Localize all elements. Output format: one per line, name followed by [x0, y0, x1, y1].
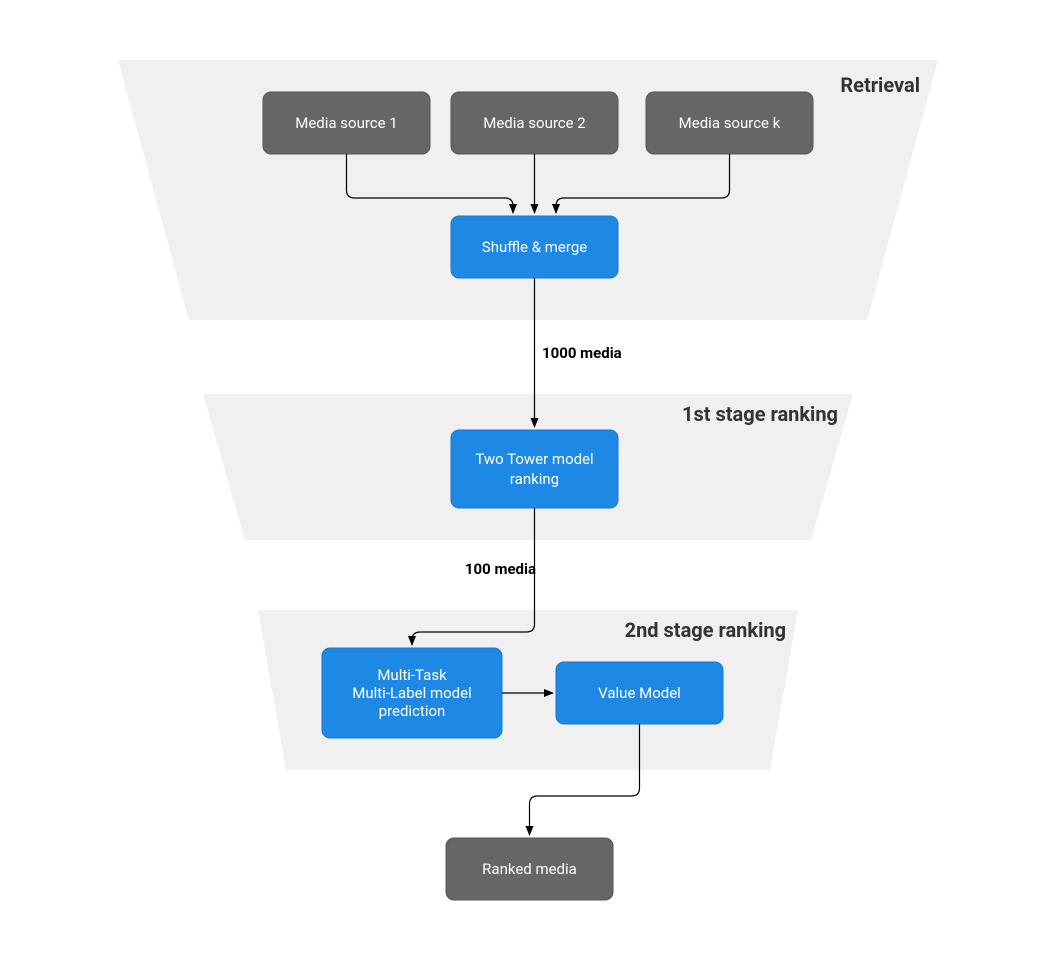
- node-shuffle-merge: Shuffle & merge: [451, 216, 618, 278]
- node-value-model: Value Model: [556, 662, 723, 724]
- shuffle-merge-label: Shuffle & merge: [482, 238, 587, 256]
- value-model-label: Value Model: [598, 684, 681, 702]
- node-ranked-media: Ranked media: [446, 838, 613, 900]
- two-tower-label-1: Two Tower model: [475, 450, 593, 468]
- media-source-2-label: Media source 2: [483, 114, 586, 132]
- node-two-tower: Two Tower model ranking: [451, 430, 618, 508]
- mtml-label-2: Multi-Label model: [352, 684, 471, 702]
- media-source-k-label: Media source k: [679, 114, 781, 132]
- node-media-source-k: Media source k: [646, 92, 813, 154]
- node-media-source-2: Media source 2: [451, 92, 618, 154]
- stage-label-second: 2nd stage ranking: [625, 618, 786, 642]
- ranked-media-label: Ranked media: [482, 860, 577, 878]
- edge-label-1000: 1000 media: [542, 344, 622, 362]
- mtml-label-3: prediction: [379, 702, 446, 720]
- mtml-label-1: Multi-Task: [377, 666, 447, 684]
- edge-label-100: 100 media: [465, 560, 536, 578]
- two-tower-label-2: ranking: [510, 470, 559, 488]
- node-media-source-1: Media source 1: [263, 92, 430, 154]
- node-mtml: Multi-Task Multi-Label model prediction: [322, 648, 502, 738]
- media-source-1-label: Media source 1: [295, 114, 398, 132]
- stage-label-retrieval: Retrieval: [840, 73, 920, 97]
- stage-label-first: 1st stage ranking: [682, 402, 838, 426]
